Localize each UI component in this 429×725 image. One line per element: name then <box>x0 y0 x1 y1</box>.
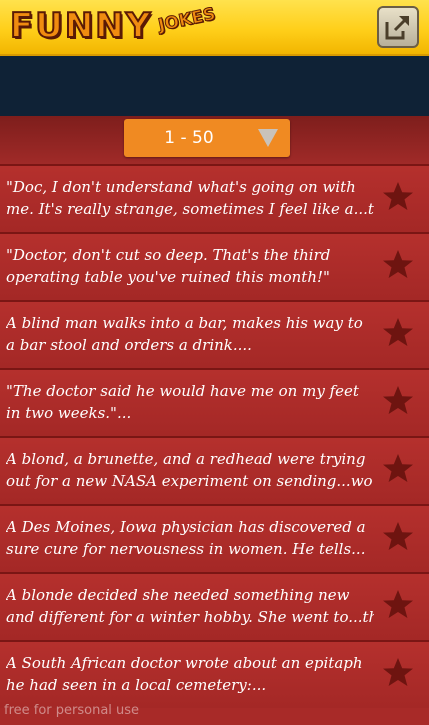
joke-preview: "Doctor, don't cut so deep. That's the t… <box>6 244 374 288</box>
joke-line-1: A blonde decided she needed something ne… <box>6 586 350 604</box>
logo-subtitle: JOKES <box>156 4 218 37</box>
joke-line-1: "The doctor said he would have me on my … <box>6 382 359 400</box>
joke-preview: "The doctor said he would have me on my … <box>6 380 374 424</box>
star-icon[interactable] <box>381 452 415 486</box>
logo-title: FUNNY <box>9 5 153 47</box>
joke-line-2: sure cure for nervousness in women. He t… <box>6 540 366 558</box>
chevron-down-icon <box>258 129 278 147</box>
list-item[interactable]: "The doctor said he would have me on my … <box>0 368 429 436</box>
list-item[interactable]: "Doctor, don't cut so deep. That's the t… <box>0 232 429 300</box>
ad-banner[interactable] <box>0 56 429 116</box>
star-icon[interactable] <box>381 656 415 690</box>
joke-line-1: A blind man walks into a bar, makes his … <box>6 314 363 332</box>
list-item[interactable]: A Des Moines, Iowa physician has discove… <box>0 504 429 572</box>
joke-line-1: "Doc, I don't understand what's going on… <box>6 178 356 196</box>
share-external-icon <box>385 15 410 40</box>
range-label: 1 - 50 <box>164 128 214 148</box>
share-button[interactable] <box>377 6 419 48</box>
list-item[interactable]: A South African doctor wrote about an ep… <box>0 640 429 708</box>
joke-line-2: operating table you've ruined this month… <box>6 268 330 286</box>
joke-line-1: "Doctor, don't cut so deep. That's the t… <box>6 246 331 264</box>
star-icon[interactable] <box>381 180 415 214</box>
list-item[interactable]: "Doc, I don't understand what's going on… <box>0 164 429 232</box>
star-icon[interactable] <box>381 316 415 350</box>
joke-line-2: a bar stool and orders a drink.... <box>6 336 252 354</box>
app-header: FUNNY JOKES <box>0 0 429 56</box>
app-root: FUNNY JOKES 1 - 50 "Doc, I don't underst… <box>0 0 429 725</box>
star-icon[interactable] <box>381 520 415 554</box>
joke-line-2: in two weeks."... <box>6 404 132 422</box>
joke-line-2: out for a new NASA experiment on sending… <box>6 472 373 490</box>
range-bar: 1 - 50 <box>0 116 429 164</box>
joke-preview: A blind man walks into a bar, makes his … <box>6 312 374 356</box>
joke-line-1: A South African doctor wrote about an ep… <box>6 654 363 672</box>
list-item[interactable]: A blonde decided she needed something ne… <box>0 572 429 640</box>
watermark-note: free for personal use <box>4 703 140 718</box>
joke-list: "Doc, I don't understand what's going on… <box>0 164 429 708</box>
star-icon[interactable] <box>381 248 415 282</box>
joke-preview: A South African doctor wrote about an ep… <box>6 652 374 696</box>
joke-preview: A blonde decided she needed something ne… <box>6 584 374 628</box>
joke-line-1: A Des Moines, Iowa physician has discove… <box>6 518 366 536</box>
joke-preview: A Des Moines, Iowa physician has discove… <box>6 516 374 560</box>
joke-line-2: he had seen in a local cemetery:... <box>6 676 267 694</box>
joke-preview: "Doc, I don't understand what's going on… <box>6 176 374 220</box>
star-icon[interactable] <box>381 588 415 622</box>
list-item[interactable]: A blond, a brunette, and a redhead were … <box>0 436 429 504</box>
joke-preview: A blond, a brunette, and a redhead were … <box>6 448 374 492</box>
list-item[interactable]: A blind man walks into a bar, makes his … <box>0 300 429 368</box>
star-icon[interactable] <box>381 384 415 418</box>
joke-line-1: A blond, a brunette, and a redhead were … <box>6 450 366 468</box>
joke-line-2: me. It's really strange, sometimes I fee… <box>6 200 374 218</box>
joke-line-2: and different for a winter hobby. She we… <box>6 608 374 626</box>
range-dropdown[interactable]: 1 - 50 <box>124 119 290 157</box>
